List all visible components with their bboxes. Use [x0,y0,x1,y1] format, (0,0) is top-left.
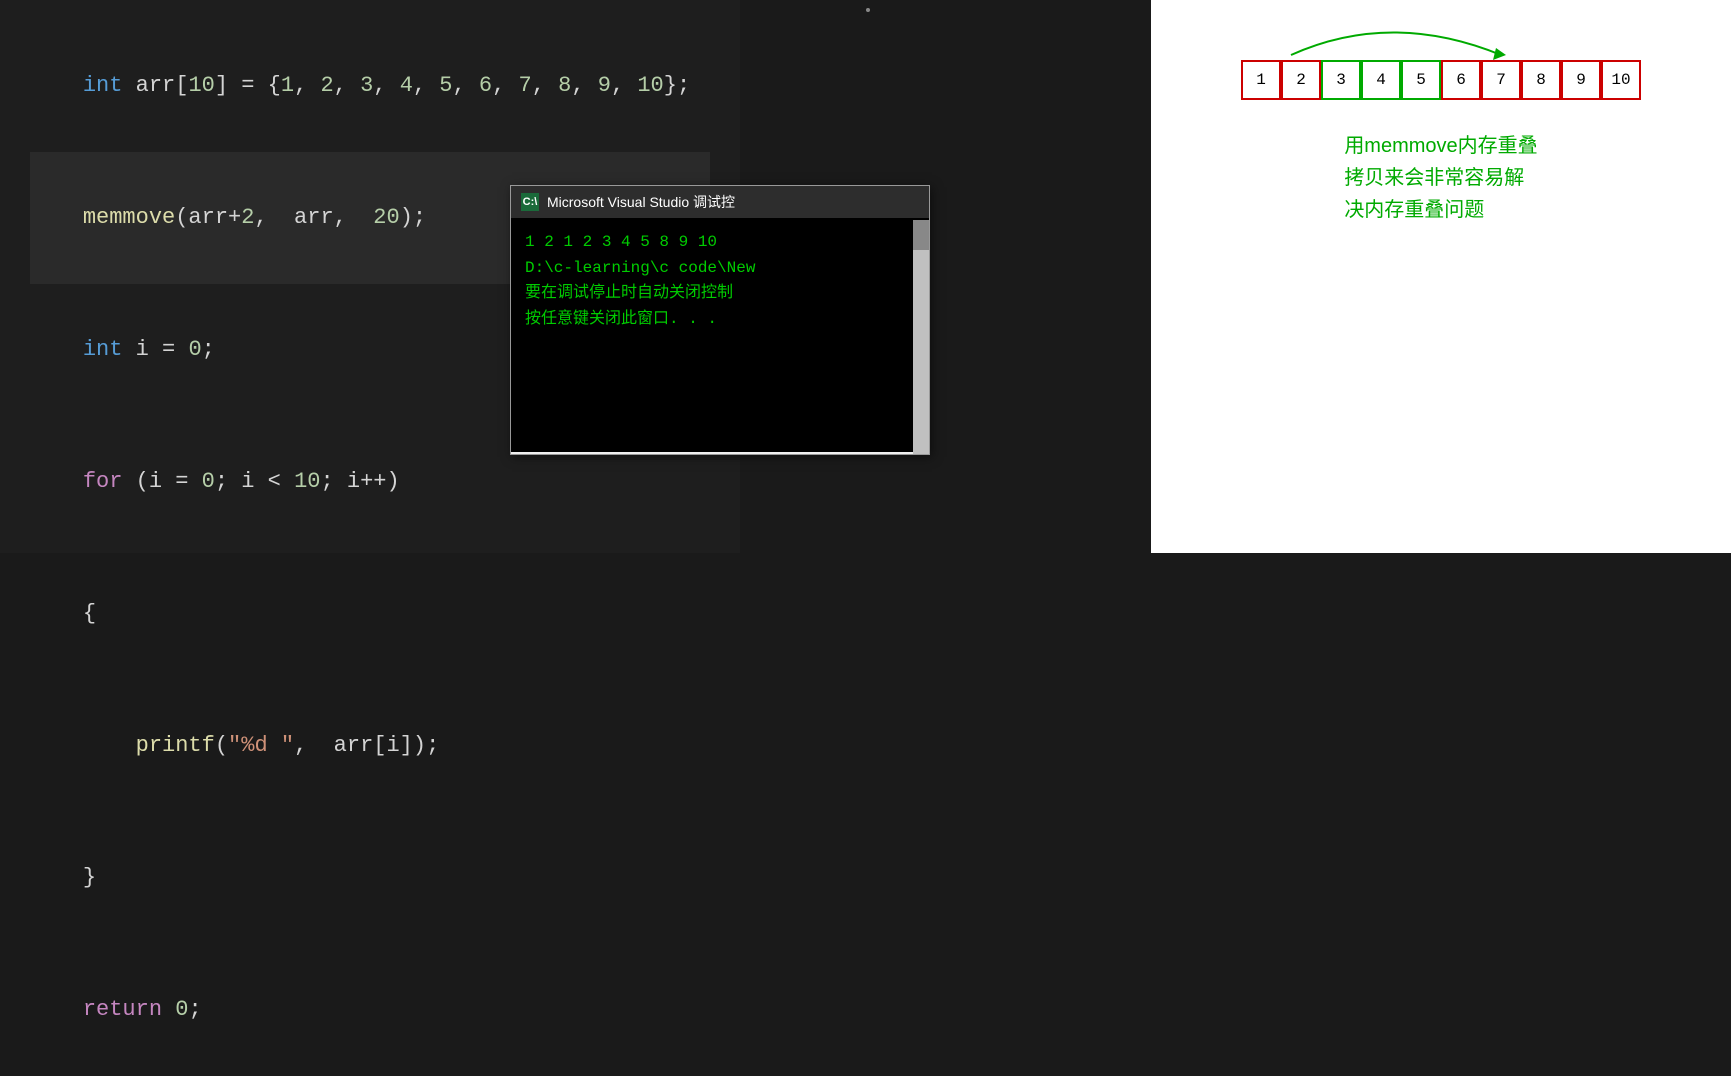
debug-console-window[interactable]: C:\ Microsoft Visual Studio 调试控 1 2 1 2 … [510,185,930,455]
array-diagram: 12345678910 [1241,60,1641,100]
array-cell-6: 7 [1481,60,1521,100]
desc-line-2: 拷贝来会非常容易解 [1344,162,1537,194]
output-line-4: 按任意键关闭此窗口. . . [525,307,915,333]
diagram-panel: 12345678910 用memmove内存重叠 拷贝来会非常容易解 决内存重叠… [1151,0,1731,553]
desc-line-3: 决内存重叠问题 [1344,194,1537,226]
array-cell-7: 8 [1521,60,1561,100]
code-line-8: return 0; [30,944,710,1076]
array-cells-container: 12345678910 [1241,60,1641,100]
array-cell-4: 5 [1401,60,1441,100]
output-line-2: D:\c-learning\c code\New [525,256,915,282]
scroll-thumb[interactable] [913,220,929,250]
array-cell-1: 2 [1281,60,1321,100]
cmd-icon: C:\ [521,193,539,211]
array-cell-3: 4 [1361,60,1401,100]
keyword-int: int [83,73,123,98]
array-cell-5: 6 [1441,60,1481,100]
output-line-3: 要在调试停止时自动关闭控制 [525,281,915,307]
code-line-6: printf("%d ", arr[i]); [30,680,710,812]
array-cell-9: 10 [1601,60,1641,100]
code-line-5: { [30,548,710,680]
desc-line-1: 用memmove内存重叠 [1344,130,1537,162]
decorative-dot [866,8,870,12]
array-cell-2: 3 [1321,60,1361,100]
scrollbar[interactable] [913,220,929,454]
description-text: 用memmove内存重叠 拷贝来会非常容易解 决内存重叠问题 [1344,130,1537,226]
code-line-7: } [30,812,710,944]
debug-title: Microsoft Visual Studio 调试控 [547,192,735,212]
array-cell-8: 9 [1561,60,1601,100]
memmove-arrow [1271,5,1551,65]
debug-output: 1 2 1 2 3 4 5 8 9 10 D:\c-learning\c cod… [511,218,929,452]
code-line-1: int arr[10] = {1, 2, 3, 4, 5, 6, 7, 8, 9… [30,20,710,152]
debug-titlebar: C:\ Microsoft Visual Studio 调试控 [511,186,929,218]
array-cell-0: 1 [1241,60,1281,100]
output-line-1: 1 2 1 2 3 4 5 8 9 10 [525,230,915,256]
